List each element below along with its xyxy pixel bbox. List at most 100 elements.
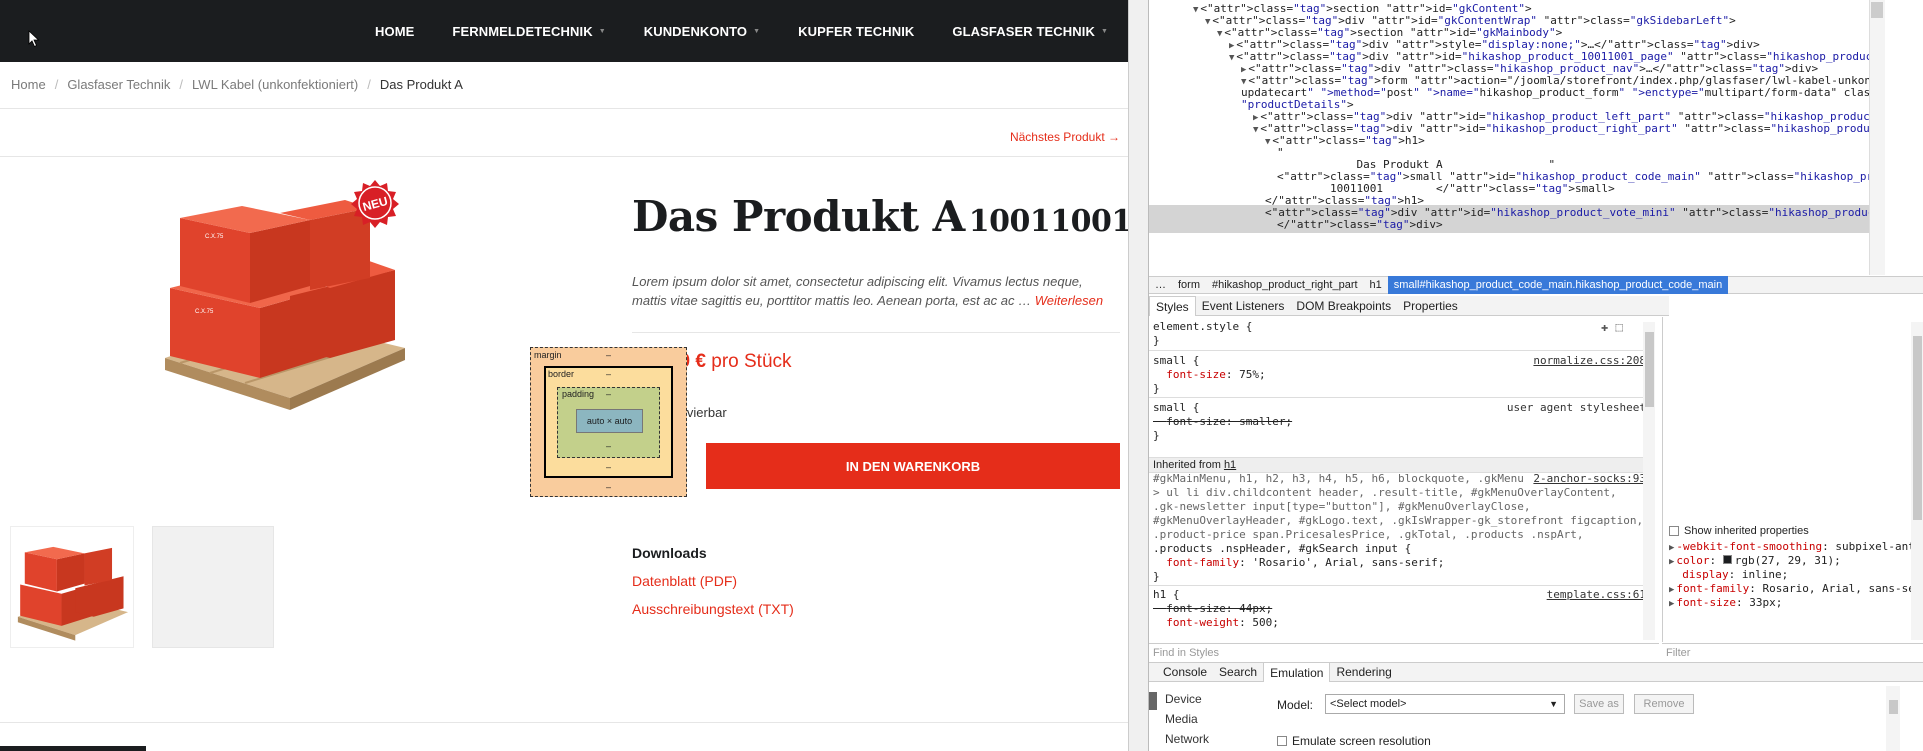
new-style-rule-icon[interactable]: ✚ ⬚ xyxy=(1601,320,1623,334)
emulation-nav-network[interactable]: Network xyxy=(1165,732,1209,746)
dom-breadcrumb-item[interactable]: form xyxy=(1172,279,1206,291)
css-property-value[interactable]: 'Rosario', Arial, sans-serif; xyxy=(1252,556,1444,569)
element-style-rule[interactable]: element.style { xyxy=(1153,320,1252,334)
computed-property-name: color xyxy=(1676,554,1710,567)
checkbox-box[interactable] xyxy=(1277,736,1287,746)
expand-arrow-icon[interactable]: ▼ xyxy=(1193,5,1198,15)
nav-item-home[interactable]: HOME xyxy=(375,24,414,39)
rule-source-link[interactable]: normalize.css:208 xyxy=(1533,354,1646,368)
nav-item-kundenkonto[interactable]: KUNDENKONTO ▼ xyxy=(644,24,760,39)
breadcrumb-current: Das Produkt A xyxy=(379,77,463,92)
css-property-name[interactable]: font-size xyxy=(1166,368,1226,381)
elements-tree[interactable]: ▼ <"attr">class="tag">section "attr">id="… xyxy=(1149,0,1869,275)
next-product-link[interactable]: Nächstes Produkt → xyxy=(1010,130,1120,144)
expand-arrow-icon[interactable]: ▼ xyxy=(1205,17,1210,27)
product-name: Das Produkt A xyxy=(632,192,965,241)
elements-scrollbar[interactable] xyxy=(1869,0,1885,275)
show-inherited-checkbox[interactable]: Show inherited properties xyxy=(1669,524,1809,538)
css-property-name[interactable]: font-weight xyxy=(1166,616,1239,629)
find-in-styles-input[interactable]: Find in Styles xyxy=(1149,643,1659,661)
breadcrumb-link[interactable]: LWL Kabel (unkonfektioniert) xyxy=(192,77,358,92)
computed-property[interactable]: ▶-webkit-font-smoothing: subpixel-antial… xyxy=(1669,540,1923,555)
chevron-down-icon: ▼ xyxy=(1100,27,1108,35)
breadcrumb-link[interactable]: Home xyxy=(11,77,46,92)
computed-scrollbar-thumb[interactable] xyxy=(1913,336,1922,520)
css-property-name[interactable]: font-family xyxy=(1166,556,1239,569)
dom-breadcrumb-item[interactable]: … xyxy=(1149,279,1172,291)
box-model-pane xyxy=(1662,317,1923,522)
styles-scrollbar-thumb[interactable] xyxy=(1645,332,1654,407)
drawer-tab-rendering[interactable]: Rendering xyxy=(1330,662,1397,682)
inherited-tag-link[interactable]: h1 xyxy=(1224,459,1236,471)
breadcrumb-separator: / xyxy=(54,77,59,92)
nav-item-kupfer-technik[interactable]: KUPFER TECHNIK xyxy=(798,24,914,39)
expand-arrow-icon[interactable]: ▶ xyxy=(1669,543,1674,553)
product-thumbnail-1[interactable] xyxy=(10,526,134,648)
rule-source-link[interactable]: template.css:61 xyxy=(1547,588,1646,602)
divider xyxy=(632,332,1120,333)
padding-bottom-value: – xyxy=(606,441,612,451)
breadcrumb-link[interactable]: Glasfaser Technik xyxy=(67,77,170,92)
sidebar-tabs: Styles Event Listeners DOM Breakpoints Prop… xyxy=(1149,295,1669,316)
drawer-scrollbar[interactable] xyxy=(1886,686,1900,751)
rule-selector-continued: .products .nspHeader, #gkSearch input { xyxy=(1153,542,1412,555)
checkbox-box[interactable] xyxy=(1669,526,1679,536)
border-top-value: – xyxy=(606,369,612,379)
computed-property-value: subpixel-antialiased; xyxy=(1835,540,1923,553)
rule-selector[interactable]: small { xyxy=(1153,401,1199,415)
tab-event-listeners[interactable]: Event Listeners xyxy=(1196,296,1291,316)
elements-scrollbar-thumb[interactable] xyxy=(1871,2,1883,18)
tab-styles[interactable]: Styles xyxy=(1149,295,1196,316)
dom-breadcrumb-item[interactable]: small#hikashop_product_code_main.hikasho… xyxy=(1387,276,1729,294)
computed-property[interactable]: ▶ color: rgb(27, 29, 31); xyxy=(1669,554,1841,569)
drawer-tab-search[interactable]: Search xyxy=(1213,662,1263,682)
emulate-resolution-checkbox[interactable]: Emulate screen resolution xyxy=(1277,734,1431,748)
expand-arrow-icon[interactable]: ▶ xyxy=(1669,557,1674,567)
css-property-value[interactable]: 75%; xyxy=(1239,368,1266,381)
panel-splitter[interactable] xyxy=(1128,0,1148,751)
download-datasheet-link[interactable]: Datenblatt (PDF) xyxy=(632,573,737,589)
drawer-tab-console[interactable]: Console xyxy=(1157,662,1213,682)
rule-source-link[interactable]: 2-anchor-socks:93 xyxy=(1533,472,1646,486)
emulation-nav-media[interactable]: Media xyxy=(1165,712,1198,726)
expand-arrow-icon[interactable]: ▶ xyxy=(1669,599,1674,609)
computed-property[interactable]: display: inline; xyxy=(1669,568,1788,582)
css-property-value[interactable]: 500; xyxy=(1252,616,1279,629)
remove-button[interactable]: Remove xyxy=(1634,694,1694,714)
main-menu: HOME FERNMELDETECHNIK ▼ KUNDENKONTO ▼ KUPFER … xyxy=(337,0,1108,62)
svg-text:C.X.75: C.X.75 xyxy=(205,234,224,240)
nav-item-label: FERNMELDETECHNIK xyxy=(452,23,593,39)
drawer-tab-emulation[interactable]: Emulation xyxy=(1263,662,1331,682)
dom-node[interactable]: </"attr">class="tag">div> xyxy=(1277,218,1443,232)
rule-selector[interactable]: small { xyxy=(1153,354,1199,368)
expand-arrow-icon[interactable]: ▼ xyxy=(1217,29,1222,39)
nav-item-glasfaser-technik[interactable]: GLASFASER TECHNIK ▼ xyxy=(952,24,1108,39)
dom-breadcrumb-item[interactable]: h1 xyxy=(1364,279,1388,291)
drawer-scrollbar-thumb[interactable] xyxy=(1889,700,1898,714)
expand-arrow-icon[interactable]: ▶ xyxy=(1669,585,1674,595)
rule-selector[interactable]: #gkMainMenu, h1, h2, h3, h4, h5, h6, blo… xyxy=(1153,472,1524,486)
styles-pane[interactable]: element.style { } small { normalize.css:… xyxy=(1149,317,1654,642)
computed-filter-input[interactable]: Filter xyxy=(1662,643,1923,661)
tab-dom-breakpoints[interactable]: DOM Breakpoints xyxy=(1290,296,1397,316)
product-main-image[interactable]: C.X.75 C.X.75 NEU xyxy=(150,178,420,413)
computed-property[interactable]: ▶ font-size: 33px; xyxy=(1669,596,1782,611)
rule-source-label: user agent stylesheet xyxy=(1506,401,1646,414)
read-more-link[interactable]: Weiterlesen xyxy=(1035,293,1103,308)
emulation-nav-device[interactable]: Device xyxy=(1165,692,1202,706)
product-thumbnail-2[interactable] xyxy=(152,526,274,648)
tab-properties[interactable]: Properties xyxy=(1397,296,1464,316)
add-to-cart-button[interactable]: IN DEN WARENKORB xyxy=(706,443,1120,489)
expand-arrow-icon[interactable]: ▼ xyxy=(1229,53,1234,63)
save-as-button[interactable]: Save as xyxy=(1574,694,1624,714)
download-tender-text-link[interactable]: Ausschreibungstext (TXT) xyxy=(632,601,794,617)
product-title: Das Produkt A 10011001 xyxy=(632,192,1128,241)
dom-node[interactable]: ▼ <"attr">class="tag">h1> xyxy=(1265,134,1425,149)
expand-arrow-icon[interactable]: ▼ xyxy=(1253,125,1258,135)
device-model-select[interactable]: <Select model> ▼ xyxy=(1325,694,1565,714)
rule-selector[interactable]: h1 { xyxy=(1153,588,1180,602)
computed-property[interactable]: ▶font-family: Rosario, Arial, sans-serif… xyxy=(1669,582,1923,597)
expand-arrow-icon[interactable]: ▼ xyxy=(1265,137,1270,147)
nav-item-fernmeldetechnik[interactable]: FERNMELDETECHNIK ▼ xyxy=(452,24,605,39)
dom-breadcrumb-item[interactable]: #hikashop_product_right_part xyxy=(1206,279,1364,291)
